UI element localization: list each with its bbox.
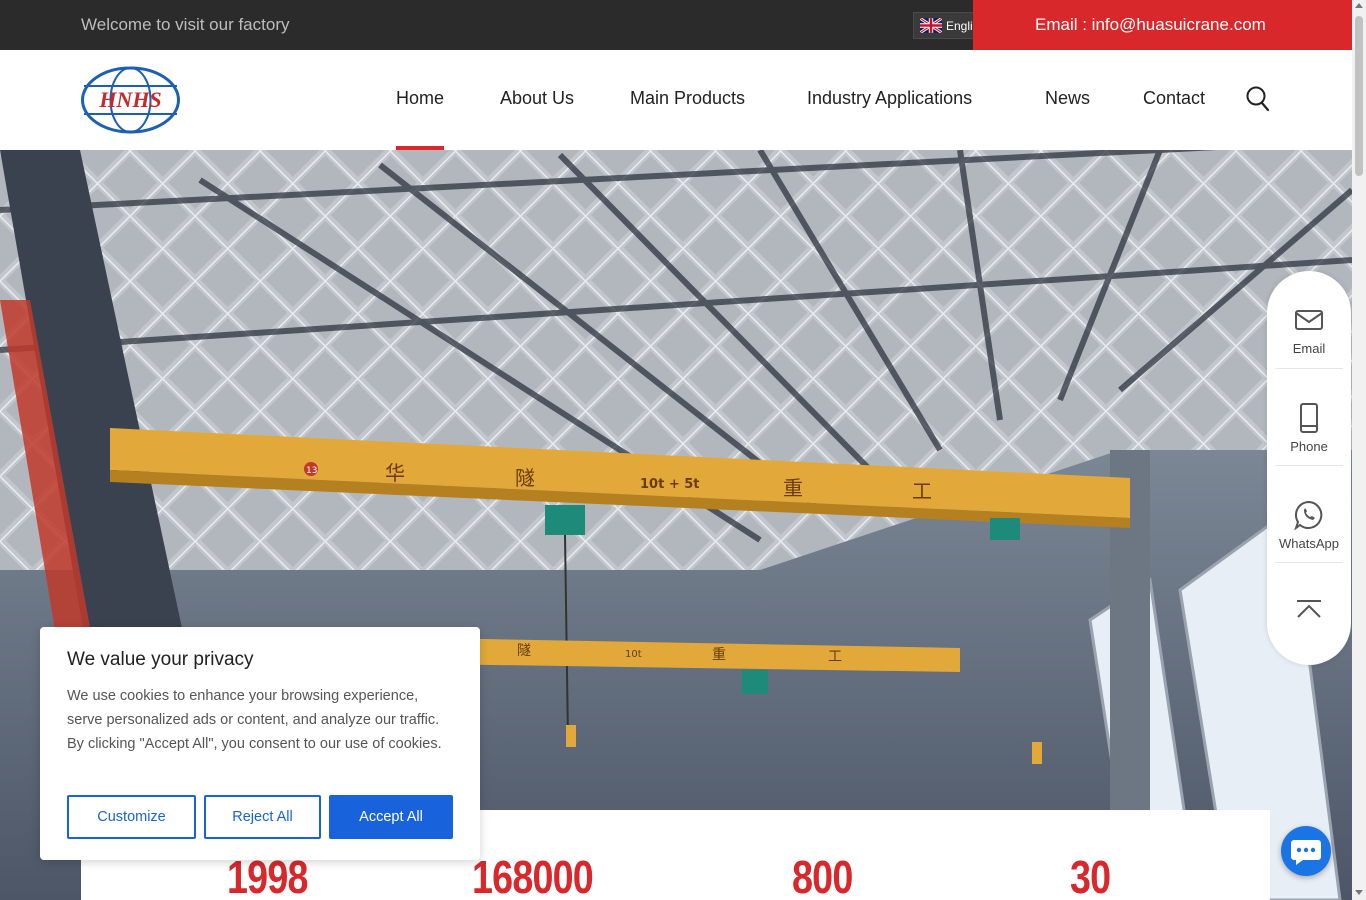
chat-bubble-icon [1291,840,1321,865]
reject-all-button[interactable]: Reject All [204,795,321,839]
cookie-consent-banner: We value your privacy We use cookies to … [40,627,480,860]
crane-label-sui: 隧 [515,466,535,490]
stat-area: 168000 [472,851,594,900]
scroll-down-arrow-icon[interactable] [1355,890,1363,895]
hnhs-logo[interactable]: HNHS [80,66,181,134]
accept-all-button[interactable]: Accept All [329,795,453,839]
nav-industry-applications[interactable]: Industry Applications [807,88,972,109]
phone-icon [1300,403,1318,433]
email-link[interactable]: Email : info@huasuicrane.com [973,0,1352,50]
crane-label-zhong: 重 [783,476,803,500]
crane2-label-zhong: 重 [712,647,726,663]
logo-text: HNHS [98,87,161,112]
side-email[interactable]: Email [1275,271,1343,368]
side-phone-label: Phone [1290,439,1328,454]
scroll-up-arrow-icon[interactable] [1355,3,1363,8]
nav-home[interactable]: Home [396,88,445,150]
search-icon[interactable] [1246,86,1270,112]
crane-label-gong: 工 [912,479,932,503]
crane2-label-capacity: 10t [625,649,642,660]
whatsapp-icon [1294,500,1323,530]
chat-button[interactable] [1281,826,1331,876]
customize-button[interactable]: Customize [67,795,196,839]
nav-contact[interactable]: Contact [1143,88,1205,109]
header: HNHS Home About Us Main Products Industr… [0,50,1352,150]
cookie-title: We value your privacy [67,649,254,670]
stat-employees: 800 [792,851,853,900]
crane2-label-gong: 工 [828,649,842,665]
crane-label-hua: 华 [385,461,405,485]
scroll-thumb[interactable] [1355,16,1363,176]
crane-label-capacity: 10t + 5t [640,477,700,492]
side-back-to-top[interactable] [1275,562,1343,659]
side-phone[interactable]: Phone [1275,368,1343,465]
stat-experience: 30 [1070,851,1111,900]
page: Welcome to visit our factory English Ema… [0,0,1366,900]
side-email-label: Email [1292,341,1326,356]
top-bar: Welcome to visit our factory English Ema… [0,0,1352,50]
crane2-label-sui: 隧 [517,643,531,659]
nav-about-us[interactable]: About Us [500,88,574,109]
back-to-top-icon [1297,600,1321,618]
cookie-description: We use cookies to enhance your browsing … [67,688,442,752]
uk-flag-icon [920,18,942,33]
page-scrollbar[interactable] [1352,0,1366,900]
nav-main-products[interactable]: Main Products [630,88,745,109]
nav-news[interactable]: News [1045,88,1090,109]
side-whatsapp-label: WhatsApp [1279,536,1339,551]
side-whatsapp[interactable]: WhatsApp [1275,465,1343,562]
crane-label-13: 13 [306,466,317,476]
welcome-text: Welcome to visit our factory [81,15,290,34]
mail-icon [1295,310,1323,330]
side-contact-bar: Email Phone WhatsApp [1267,271,1351,665]
